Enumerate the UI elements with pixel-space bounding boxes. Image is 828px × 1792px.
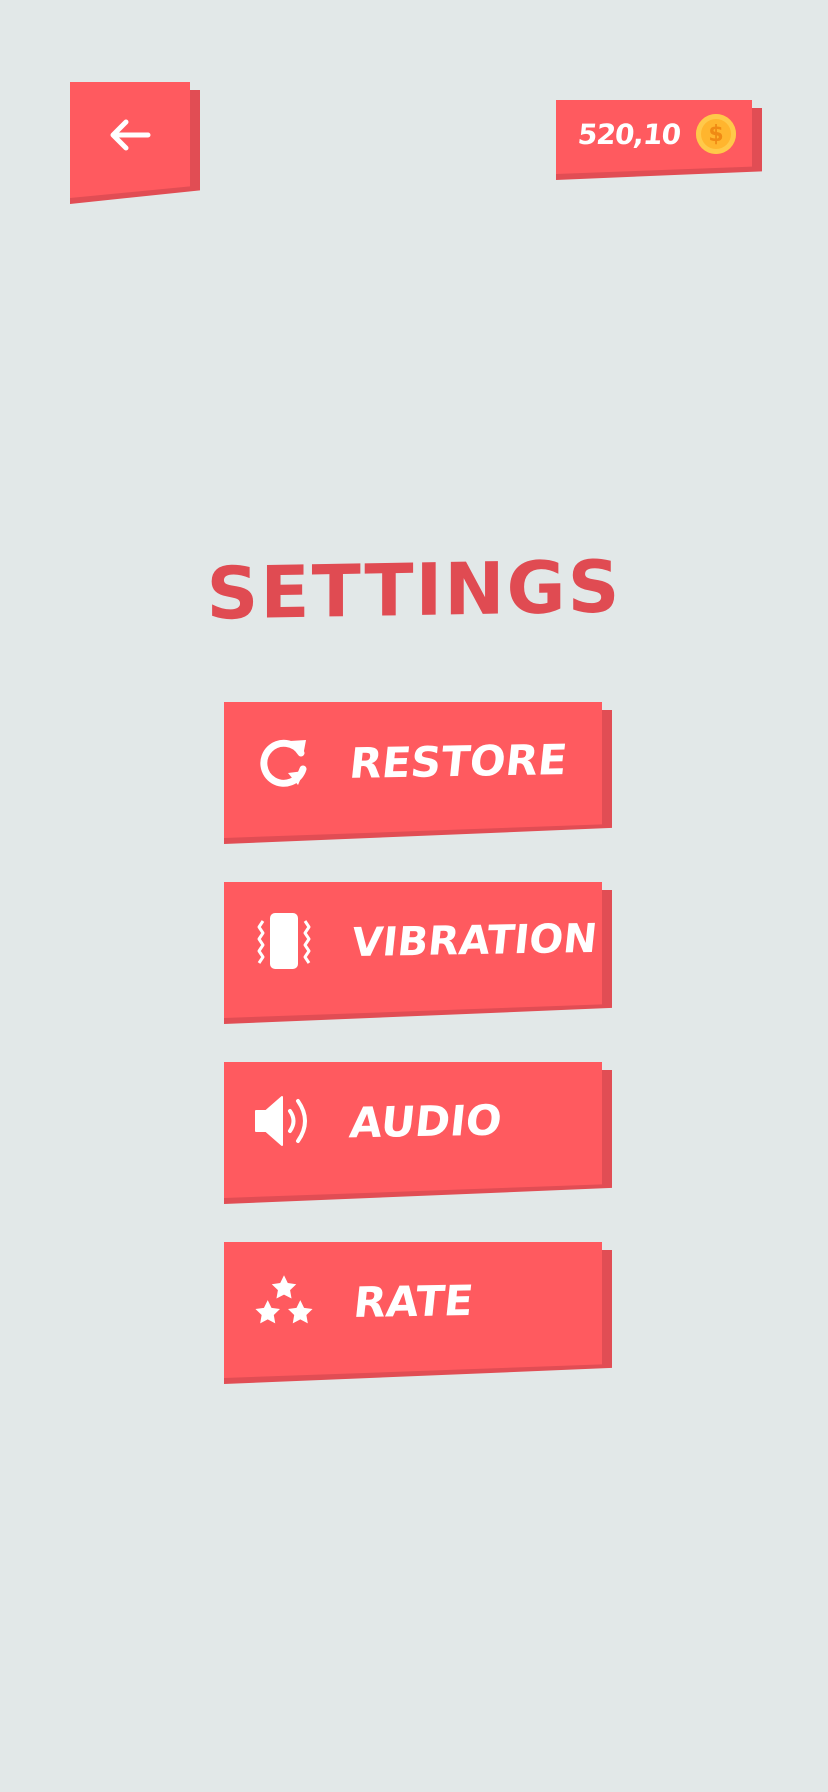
back-button-face[interactable]	[70, 82, 190, 198]
arrow-left-icon	[110, 119, 151, 151]
rate-label: RATE	[351, 1275, 476, 1327]
restore-button[interactable]: RESTORE	[224, 702, 612, 844]
rate-button-face[interactable]: RATE	[224, 1242, 602, 1378]
restore-label: RESTORE	[347, 734, 570, 788]
coin-panel-face: 520,10 $	[556, 100, 752, 174]
coin-balance-panel: 520,10 $	[556, 100, 762, 180]
rate-button[interactable]: RATE	[224, 1242, 612, 1384]
speaker-icon	[254, 1091, 314, 1151]
refresh-icon	[254, 731, 314, 791]
audio-button[interactable]: AUDIO	[224, 1062, 612, 1204]
coin-amount: 520,10	[576, 117, 682, 151]
restore-button-face[interactable]: RESTORE	[224, 702, 602, 838]
stars-icon	[254, 1271, 314, 1331]
dollar-coin-icon: $	[696, 114, 736, 154]
coin-symbol: $	[708, 121, 724, 147]
vibration-button-face[interactable]: VIBRATION	[224, 882, 602, 1018]
back-button[interactable]	[70, 82, 200, 204]
vibration-icon	[254, 911, 314, 971]
vibration-label: VIBRATION	[349, 915, 600, 967]
vibration-button[interactable]: VIBRATION	[224, 882, 612, 1024]
page-title: SETTINGS	[206, 544, 622, 636]
audio-button-face[interactable]: AUDIO	[224, 1062, 602, 1198]
audio-label: AUDIO	[347, 1095, 505, 1147]
